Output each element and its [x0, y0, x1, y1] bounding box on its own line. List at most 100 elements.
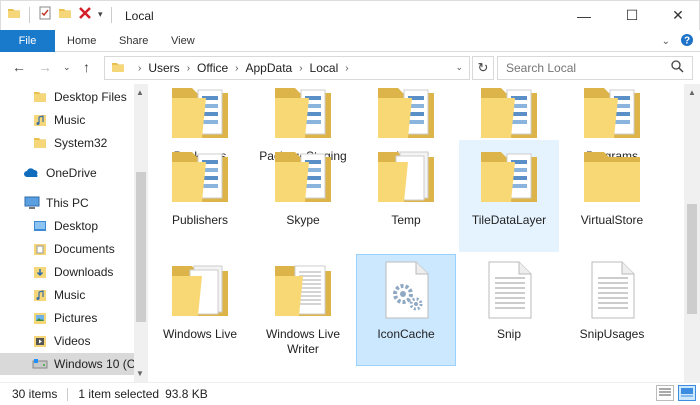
status-divider — [67, 387, 69, 401]
recent-locations-chevron-icon[interactable]: ⌄ — [63, 62, 71, 73]
file-item-label: Skype — [286, 213, 320, 227]
sidebar-item-desktop-files[interactable]: Desktop Files — [0, 86, 134, 108]
svg-text:?: ? — [684, 36, 690, 47]
videos-folder-icon — [32, 334, 48, 348]
breadcrumb-separator-icon[interactable]: › — [187, 63, 190, 74]
file-item-snipusages[interactable]: SnipUsages — [562, 254, 662, 342]
tab-view[interactable]: View — [158, 30, 208, 52]
sidebar-item-pictures[interactable]: Pictures — [0, 307, 134, 329]
folder-icon — [271, 144, 335, 211]
sidebar-item-music[interactable]: Music — [0, 109, 134, 131]
file-item-temp[interactable]: Temp — [356, 140, 456, 228]
tab-file[interactable]: File — [0, 30, 55, 52]
tab-share[interactable]: Share — [106, 30, 161, 52]
folder-icon — [271, 258, 335, 325]
folder-icon — [32, 136, 48, 150]
forward-arrow-icon[interactable]: → — [38, 59, 52, 75]
folder-icon — [168, 258, 232, 325]
sidebar-item-downloads[interactable]: Downloads — [0, 261, 134, 283]
quick-access-toolbar: ▾ — [7, 6, 114, 23]
delete-icon[interactable] — [78, 6, 92, 23]
file-item-windows-live[interactable]: Windows Live — [150, 254, 250, 342]
sidebar-item-label: Music — [54, 288, 86, 302]
sidebar-item-label: This PC — [46, 196, 89, 210]
breadcrumb-separator-icon[interactable]: › — [235, 63, 238, 74]
search-box[interactable] — [497, 56, 693, 80]
sidebar-item-desktop[interactable]: Desktop — [0, 215, 134, 237]
new-folder-icon[interactable] — [58, 6, 72, 23]
tab-home[interactable]: Home — [54, 30, 109, 52]
folder-icon — [374, 144, 438, 211]
scroll-down-icon[interactable]: ▼ — [136, 369, 144, 378]
chevron-down-icon[interactable]: ⌄ — [662, 36, 670, 47]
sidebar-item-label: Documents — [54, 242, 115, 256]
folder-icon — [32, 90, 48, 104]
maximize-button[interactable]: ☐ — [609, 1, 655, 30]
file-item-label: Windows Live — [162, 327, 238, 341]
search-icon[interactable] — [671, 60, 684, 76]
close-button[interactable]: ✕ — [655, 1, 700, 30]
scrollbar-thumb[interactable] — [687, 204, 697, 314]
sidebar-item-onedrive[interactable]: OneDrive — [0, 162, 134, 184]
sidebar-item-windows-drive[interactable]: Windows 10 (C:) — [0, 353, 143, 375]
address-dropdown-icon[interactable]: ⌄ — [455, 62, 463, 73]
drive-icon — [32, 357, 48, 371]
sidebar-item-system32[interactable]: System32 — [0, 132, 134, 154]
file-item-label: SnipUsages — [579, 327, 645, 341]
documents-folder-icon — [32, 242, 48, 256]
search-input[interactable] — [506, 61, 666, 75]
scroll-up-icon[interactable]: ▲ — [688, 88, 696, 97]
sidebar-item-label: Videos — [54, 334, 91, 348]
customize-toolbar-icon[interactable]: ▾ — [98, 9, 103, 20]
sidebar-item-music-2[interactable]: Music — [0, 284, 134, 306]
file-item-skype[interactable]: Skype — [253, 140, 353, 228]
sidebar-item-this-pc[interactable]: This PC — [0, 192, 134, 214]
help-icon[interactable]: ? — [680, 33, 694, 50]
back-arrow-icon[interactable]: ← — [12, 59, 26, 75]
breadcrumb-separator-icon[interactable]: › — [138, 63, 141, 74]
scroll-up-icon[interactable]: ▲ — [136, 88, 144, 97]
refresh-icon[interactable]: ↻ — [472, 56, 494, 80]
sidebar-item-label: Downloads — [54, 265, 114, 279]
folder-icon — [271, 84, 335, 147]
file-item-windows-live-writer[interactable]: Windows Live Writer — [253, 254, 353, 357]
minimize-button[interactable]: — — [561, 1, 607, 30]
sidebar-item-videos[interactable]: Videos — [0, 330, 134, 352]
address-bar[interactable]: › Users › Office › AppData › Local › ⌄ — [104, 56, 470, 80]
file-item-iconcache[interactable]: IconCache — [356, 254, 456, 366]
navigation-bar: ← → ⌄ ↑ › Users › Office › AppData › Loc… — [0, 52, 700, 84]
breadcrumb-local[interactable]: Local — [310, 61, 339, 75]
file-list: PackagesPackageStagingpaint.netPeerDistR… — [150, 84, 684, 382]
file-item-tiledatalayer[interactable]: TileDataLayer — [459, 140, 559, 252]
file-item-virtualstore[interactable]: VirtualStore — [562, 140, 662, 228]
selection-size: 93.8 KB — [165, 387, 208, 401]
content-scrollbar[interactable]: ▲ — [684, 84, 700, 382]
breadcrumb-separator-icon[interactable]: › — [299, 63, 302, 74]
up-arrow-icon[interactable]: ↑ — [83, 59, 90, 75]
file-item-publishers[interactable]: Publishers — [150, 140, 250, 228]
breadcrumb-appdata[interactable]: AppData — [246, 61, 293, 75]
desktop-folder-icon — [32, 219, 48, 233]
title-bar: ▾ Local — ☐ ✕ — [0, 0, 700, 30]
details-view-icon[interactable] — [656, 385, 674, 401]
breadcrumb-office[interactable]: Office — [197, 61, 228, 75]
sidebar-scrollbar[interactable]: ▲ ▼ — [134, 84, 148, 382]
file-item-label: Windows Live Writer — [265, 327, 341, 356]
large-icons-view-icon[interactable] — [678, 385, 696, 401]
file-item-snip[interactable]: Snip — [459, 254, 559, 342]
status-bar: 30 items 1 item selected 93.8 KB — [0, 382, 700, 405]
folder-icon — [168, 84, 232, 147]
file-item-label: VirtualStore — [580, 213, 644, 227]
sidebar-item-label: Pictures — [54, 311, 98, 325]
scrollbar-thumb[interactable] — [136, 172, 146, 322]
file-item-label: TileDataLayer — [471, 213, 547, 227]
breadcrumb-separator-icon[interactable]: › — [345, 63, 348, 74]
breadcrumb-users[interactable]: Users — [148, 61, 179, 75]
properties-icon[interactable] — [38, 6, 52, 23]
folder-icon — [477, 84, 541, 147]
folder-icon — [111, 61, 125, 76]
sidebar-item-documents[interactable]: Documents — [0, 238, 134, 260]
computer-icon — [24, 196, 40, 210]
sidebar-item-label: System32 — [54, 136, 108, 150]
music-folder-icon — [32, 288, 48, 302]
